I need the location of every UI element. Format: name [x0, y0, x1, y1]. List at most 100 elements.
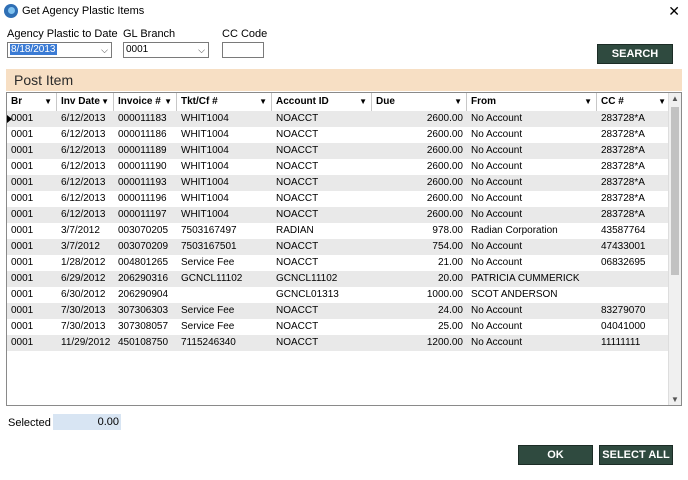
table-row[interactable]: 0001 1/28/2012 004801265 Service Fee NOACCT 2…: [7, 255, 671, 271]
column-header[interactable]: From ▼: [467, 93, 597, 111]
table-cell: No Account: [471, 129, 523, 140]
table-cell: PATRICIA CUMMERICK: [471, 273, 580, 284]
column-header-label: From: [471, 96, 496, 107]
window-title: Get Agency Plastic Items: [22, 5, 145, 17]
agency-plastic-date-value: 8/18/2013: [10, 44, 57, 55]
table-cell: 7503167497: [181, 225, 237, 236]
table-cell: GCNCL11102: [276, 273, 338, 284]
table-cell: 206290316: [118, 273, 169, 284]
table-cell: 000011186: [118, 129, 167, 140]
column-filter-icon[interactable]: ▼: [164, 93, 172, 111]
column-header[interactable]: Br ▼: [7, 93, 57, 111]
section-header: Post Item: [6, 69, 682, 91]
table-cell: RADIAN: [276, 225, 314, 236]
scrollbar-thumb[interactable]: [671, 107, 679, 275]
table-cell: No Account: [471, 209, 523, 220]
table-cell: NOACCT: [276, 177, 319, 188]
table-cell: 000011190: [118, 161, 167, 172]
close-icon[interactable]: ✕: [668, 3, 680, 20]
table-cell: 003070205: [118, 225, 169, 236]
table-cell: 83279070: [601, 305, 646, 316]
table-row[interactable]: 0001 3/7/2012 003070209 7503167501 NOACCT 754…: [7, 239, 671, 255]
title-bar: Get Agency Plastic Items ✕: [0, 0, 688, 22]
table-cell: 000011183: [118, 113, 167, 124]
table-row[interactable]: 0001 11/29/2012 450108750 7115246340 NOACCT 1…: [7, 335, 671, 351]
agency-plastic-date-field[interactable]: 8/18/2013 ⌵: [7, 42, 112, 58]
table-cell: 0001: [11, 145, 34, 156]
table-cell: 283728*A: [601, 161, 645, 172]
table-cell: 004801265: [118, 257, 169, 268]
table-row[interactable]: 0001 7/30/2013 307308057 Service Fee NOACCT 2…: [7, 319, 671, 335]
table-cell: 6/12/2013: [61, 177, 106, 188]
table-cell: 2600.00: [426, 161, 463, 172]
table-cell: 000011193: [118, 177, 167, 188]
table-row[interactable]: 0001 6/12/2013 000011193 WHIT1004 NOACCT 2600…: [7, 175, 671, 191]
column-filter-icon[interactable]: ▼: [259, 93, 267, 111]
table-cell: GCNCL11102: [181, 273, 243, 284]
table-row[interactable]: 0001 6/12/2013 000011189 WHIT1004 NOACCT 2600…: [7, 143, 671, 159]
table-cell: NOACCT: [276, 209, 319, 220]
scroll-down-icon[interactable]: ▼: [671, 395, 679, 404]
table-cell: NOACCT: [276, 337, 319, 348]
table-row[interactable]: 0001 6/12/2013 000011183 WHIT1004 NOACCT 2600…: [7, 111, 671, 127]
gl-branch-select[interactable]: 0001 ⌵: [123, 42, 209, 58]
table-cell: [177, 287, 272, 303]
column-filter-icon[interactable]: ▼: [359, 93, 367, 111]
table-row[interactable]: 0001 3/7/2012 003070205 7503167497 RADIAN 978…: [7, 223, 671, 239]
search-button[interactable]: SEARCH: [597, 44, 673, 64]
column-filter-icon[interactable]: ▼: [454, 93, 462, 111]
table-row[interactable]: 0001 6/29/2012 206290316 GCNCL11102 GCNCL111…: [7, 271, 671, 287]
scroll-up-icon[interactable]: ▲: [671, 94, 679, 103]
column-header[interactable]: Invoice # ▼: [114, 93, 177, 111]
table-row[interactable]: 0001 6/12/2013 000011186 WHIT1004 NOACCT 2600…: [7, 127, 671, 143]
table-row[interactable]: 0001 6/12/2013 000011197 WHIT1004 NOACCT 2600…: [7, 207, 671, 223]
table-cell: 000011197: [118, 209, 167, 220]
column-filter-icon[interactable]: ▼: [658, 93, 666, 111]
chevron-down-icon[interactable]: ⌵: [198, 43, 205, 57]
table-cell: 2600.00: [426, 129, 463, 140]
column-header[interactable]: Account ID ▼: [272, 93, 372, 111]
cc-code-input[interactable]: [222, 42, 264, 58]
column-filter-icon[interactable]: ▼: [584, 93, 592, 111]
table-cell: WHIT1004: [181, 209, 229, 220]
table-cell: 283728*A: [601, 209, 645, 220]
column-filter-icon[interactable]: ▼: [101, 93, 109, 111]
table-cell: 3/7/2012: [61, 225, 100, 236]
table-cell: 0001: [11, 305, 34, 316]
table-cell: 283728*A: [601, 177, 645, 188]
table-cell: WHIT1004: [181, 177, 229, 188]
table-row[interactable]: 0001 6/12/2013 000011190 WHIT1004 NOACCT 2600…: [7, 159, 671, 175]
table-cell: 450108750: [118, 337, 169, 348]
table-cell: 000011189: [118, 145, 167, 156]
select-all-button[interactable]: SELECT ALL: [599, 445, 673, 465]
table-cell: No Account: [471, 305, 523, 316]
column-header[interactable]: Tkt/Cf # ▼: [177, 93, 272, 111]
items-grid[interactable]: Br ▼ Inv Date ▼ Invoice # ▼ Tkt/Cf # ▼ Account I…: [6, 92, 682, 406]
table-cell: 2600.00: [426, 113, 463, 124]
table-row[interactable]: 0001 7/30/2013 307306303 Service Fee NOACCT 2…: [7, 303, 671, 319]
table-cell: NOACCT: [276, 161, 319, 172]
table-cell: Radian Corporation: [471, 225, 558, 236]
vertical-scrollbar[interactable]: ▲ ▼: [668, 93, 681, 405]
selected-value: 0.00: [53, 414, 121, 430]
table-cell: No Account: [471, 161, 523, 172]
column-filter-icon[interactable]: ▼: [44, 93, 52, 111]
column-header[interactable]: CC # ▼: [597, 93, 671, 111]
table-row[interactable]: 0001 6/12/2013 000011196 WHIT1004 NOACCT 2600…: [7, 191, 671, 207]
table-cell: NOACCT: [276, 257, 319, 268]
table-cell: No Account: [471, 193, 523, 204]
chevron-down-icon[interactable]: ⌵: [101, 43, 108, 57]
table-cell: 0001: [11, 225, 34, 236]
table-cell: 754.00: [432, 241, 463, 252]
table-cell: 003070209: [118, 241, 169, 252]
column-header[interactable]: Due ▼: [372, 93, 467, 111]
table-cell: 7/30/2013: [61, 321, 106, 332]
table-cell: No Account: [471, 177, 523, 188]
table-row[interactable]: 0001 6/30/2012 206290904 GCNCL01313 1000.00 S…: [7, 287, 671, 303]
table-cell: 25.00: [437, 321, 463, 332]
table-cell: [597, 287, 671, 303]
ok-button[interactable]: OK: [518, 445, 593, 465]
column-header[interactable]: Inv Date ▼: [57, 93, 114, 111]
table-cell: WHIT1004: [181, 193, 229, 204]
column-header-label: Tkt/Cf #: [181, 96, 218, 107]
